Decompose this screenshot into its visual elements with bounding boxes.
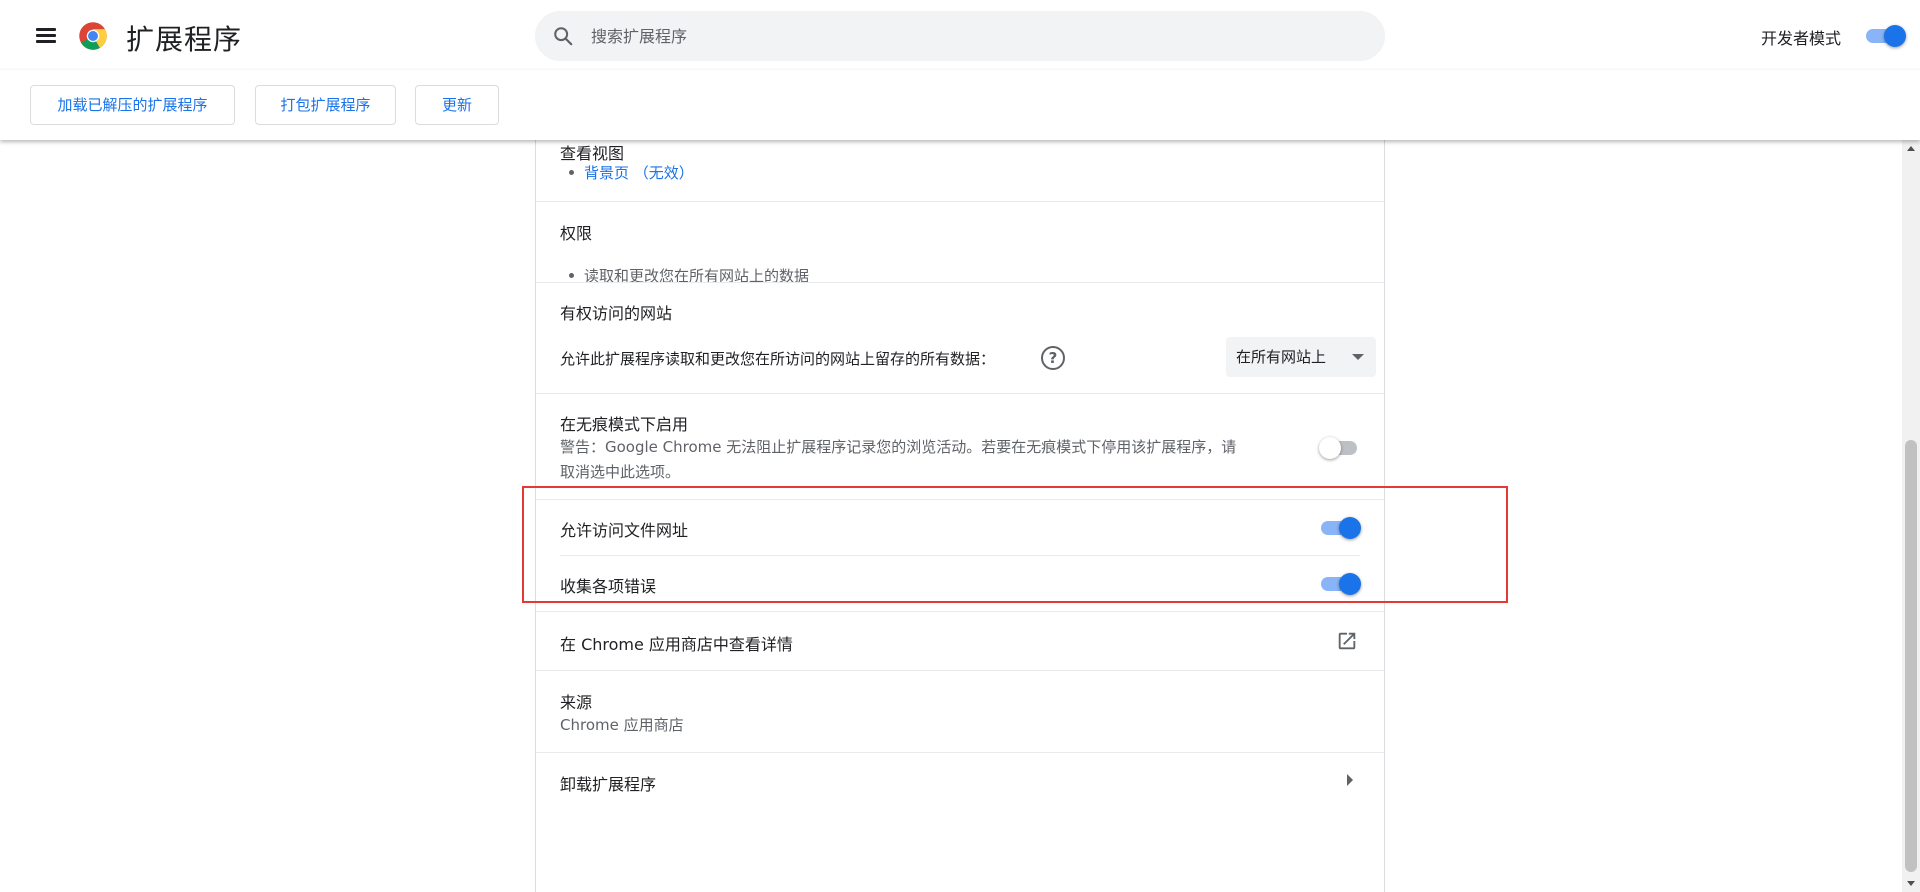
dev-mode-toggle[interactable] [1866, 24, 1906, 48]
menu-icon[interactable] [34, 25, 58, 49]
divider [536, 201, 1384, 202]
incognito-warning-line1: 警告：Google Chrome 无法阻止扩展程序记录您的浏览活动。若要在无痕模… [560, 438, 1237, 456]
scroll-thumb[interactable] [1905, 440, 1917, 872]
inspect-views-title: 查看视图 [560, 144, 625, 163]
remove-extension-link[interactable]: 卸载扩展程序 [560, 771, 1260, 795]
incognito-toggle[interactable] [1319, 436, 1361, 460]
scrollbar[interactable] [1902, 140, 1920, 892]
scroll-up-arrow-icon[interactable] [1907, 146, 1915, 151]
incognito-warning-line2: 取消选中此选项。 [560, 463, 681, 481]
top-bar: 扩展程序 开发者模式 [0, 0, 1920, 70]
divider [536, 752, 1384, 753]
source-title: 来源 [560, 693, 593, 712]
source-value: Chrome 应用商店 [560, 716, 684, 734]
site-access-selected: 在所有网站上 [1236, 348, 1327, 366]
collect-errors-toggle[interactable] [1321, 572, 1361, 596]
site-access-select[interactable]: 在所有网站上 [1226, 337, 1376, 377]
pack-extension-button[interactable]: 打包扩展程序 [255, 85, 396, 125]
collect-errors-label: 收集各项错误 [560, 577, 657, 596]
search-input[interactable] [591, 11, 1351, 61]
divider [536, 499, 1384, 500]
dropdown-arrow-icon [1352, 354, 1364, 360]
webstore-link[interactable]: 在 Chrome 应用商店中查看详情 [560, 631, 1260, 655]
search-bar[interactable] [535, 11, 1385, 61]
search-icon[interactable] [552, 25, 574, 47]
scroll-down-arrow-icon[interactable] [1907, 881, 1915, 886]
divider [536, 282, 1384, 283]
incognito-title: 在无痕模式下启用 [560, 415, 689, 434]
divider [560, 555, 1360, 556]
divider [536, 611, 1384, 612]
extension-detail-panel: 查看视图 背景页 （无效） 权限 读取和更改您在所有网站上的数据 有权访问的网站… [535, 140, 1385, 892]
update-button[interactable]: 更新 [415, 85, 499, 125]
inspect-view-item: 背景页 （无效） [560, 162, 1372, 183]
dev-toolbar: 加载已解压的扩展程序 打包扩展程序 更新 [0, 70, 1920, 140]
dev-mode-label: 开发者模式 [1761, 29, 1842, 48]
load-unpacked-button[interactable]: 加载已解压的扩展程序 [30, 85, 235, 125]
divider [536, 670, 1384, 671]
background-page-link[interactable]: 背景页 （无效） [584, 164, 694, 182]
file-urls-toggle[interactable] [1321, 516, 1361, 540]
chrome-logo-icon [79, 22, 107, 50]
chevron-right-icon[interactable] [1347, 774, 1353, 786]
site-access-title: 有权访问的网站 [560, 304, 673, 323]
open-in-new-icon[interactable] [1336, 630, 1358, 652]
file-urls-label: 允许访问文件网址 [560, 521, 689, 540]
permissions-title: 权限 [560, 224, 593, 243]
help-icon[interactable]: ? [1041, 346, 1065, 370]
divider [536, 393, 1384, 394]
page-title: 扩展程序 [126, 23, 243, 56]
